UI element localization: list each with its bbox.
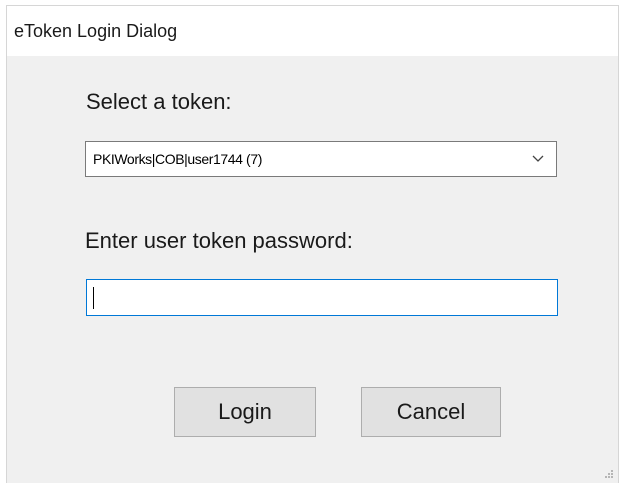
password-input[interactable] bbox=[86, 279, 558, 316]
login-button[interactable]: Login bbox=[174, 387, 316, 437]
window-title: eToken Login Dialog bbox=[14, 21, 178, 41]
select-token-label: Select a token: bbox=[86, 89, 232, 114]
title-bar[interactable]: eToken Login Dialog bbox=[7, 6, 618, 56]
resize-grip-icon[interactable] bbox=[604, 469, 614, 479]
etoken-login-dialog: eToken Login Dialog Select a token: PKIW… bbox=[6, 5, 619, 483]
password-label: Enter user token password: bbox=[85, 228, 353, 253]
token-select-value: PKIWorks|COB|user1744 (7) bbox=[93, 151, 262, 167]
text-caret bbox=[93, 287, 94, 309]
chevron-down-icon[interactable] bbox=[530, 150, 546, 166]
cancel-button[interactable]: Cancel bbox=[361, 387, 501, 437]
token-select[interactable]: PKIWorks|COB|user1744 (7) bbox=[85, 141, 557, 177]
dialog-body: Select a token: PKIWorks|COB|user1744 (7… bbox=[7, 56, 618, 483]
